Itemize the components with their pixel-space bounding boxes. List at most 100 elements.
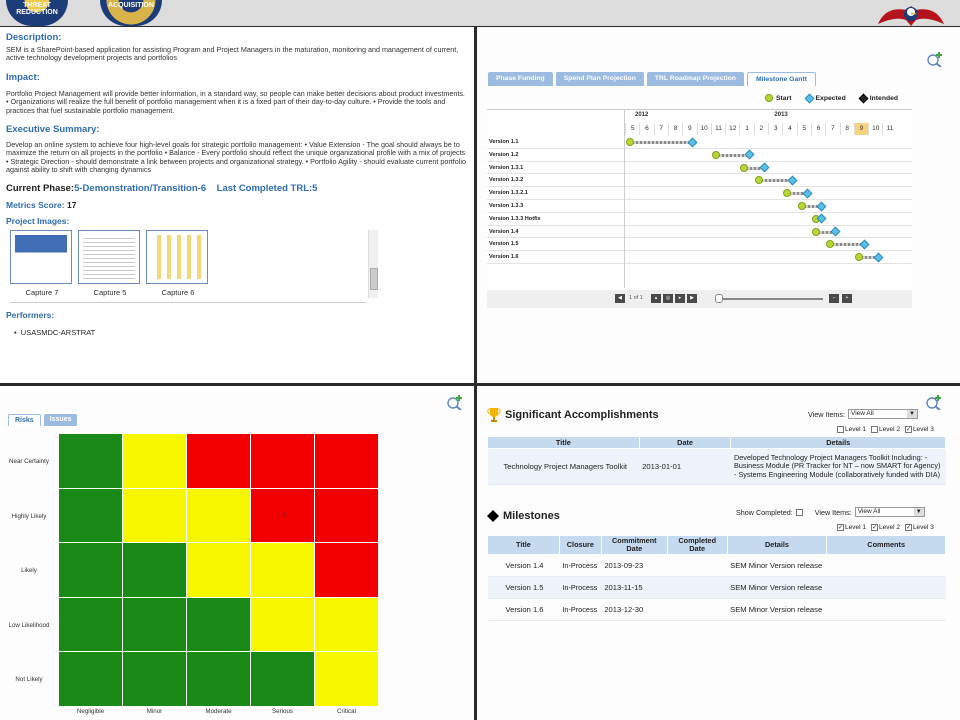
image-thumbnail[interactable]: Capture 7: [10, 229, 72, 297]
risk-cell[interactable]: [59, 652, 122, 706]
risk-cell[interactable]: [123, 543, 186, 597]
risk-cell[interactable]: [315, 488, 378, 543]
risk-cell[interactable]: [187, 652, 250, 706]
level-checkbox[interactable]: ✓: [904, 426, 912, 433]
pager-prev-button[interactable]: ▴: [651, 294, 661, 303]
risk-count[interactable]: 6: [283, 513, 286, 519]
view-items-select[interactable]: View All ▼: [854, 507, 925, 517]
level-filter[interactable]: ✓ Level 1: [837, 524, 866, 531]
gantt-row[interactable]: [487, 136, 912, 149]
milestone-title[interactable]: Version 1.6: [487, 598, 560, 621]
gallery-horizontal-scrollbar[interactable]: [10, 301, 366, 305]
level-filter[interactable]: ✓ Level 3: [904, 426, 934, 433]
tab-issues[interactable]: Issues: [43, 414, 78, 426]
risk-cell[interactable]: [187, 543, 250, 597]
risk-cell[interactable]: [187, 434, 250, 488]
gantt-row[interactable]: [487, 162, 912, 175]
image-thumbnail[interactable]: Capture 5: [78, 229, 140, 297]
risk-cell[interactable]: [251, 543, 314, 597]
tab-phase-funding[interactable]: Phase Funding: [488, 72, 553, 86]
risk-cell[interactable]: [59, 488, 122, 543]
gantt-bar[interactable]: [628, 141, 693, 144]
image-thumbnail[interactable]: Capture 6: [146, 229, 208, 297]
show-completed-checkbox[interactable]: [795, 508, 803, 516]
level-filter[interactable]: Level 2: [870, 426, 900, 433]
risk-cell[interactable]: [187, 488, 250, 543]
gantt-row[interactable]: [487, 149, 912, 162]
risk-cell[interactable]: [251, 597, 314, 652]
zoom-slider-handle[interactable]: [715, 294, 723, 303]
risk-cell[interactable]: [59, 543, 122, 597]
gantt-row[interactable]: [487, 187, 912, 200]
start-dot-icon[interactable]: [797, 202, 806, 210]
risk-cell[interactable]: [315, 434, 378, 488]
gantt-row[interactable]: [487, 213, 912, 226]
pager-last-button[interactable]: ▶: [687, 294, 697, 303]
gantt-row[interactable]: [487, 174, 912, 188]
gantt-row[interactable]: [487, 251, 912, 264]
start-dot-icon[interactable]: [740, 163, 749, 172]
phase-value[interactable]: 5-Demonstration/Transition-6: [74, 183, 206, 194]
level-checkbox[interactable]: ✓: [904, 524, 912, 531]
risk-cell[interactable]: 6: [251, 488, 314, 543]
tab-trl-roadmap-projection[interactable]: TRL Roadmap Projection: [646, 72, 744, 86]
risk-cell[interactable]: [123, 597, 186, 652]
table-row[interactable]: Version 1.4 In-Process 2013-09-23 SEM Minor…: [487, 554, 946, 577]
risk-cell[interactable]: [315, 597, 378, 652]
milestone-title[interactable]: Version 1.5: [487, 576, 560, 599]
column-header[interactable]: Commitment Date: [600, 535, 668, 555]
tab-milestone-gantt[interactable]: Milestone Gantt: [746, 72, 816, 86]
gallery-vertical-scrollbar[interactable]: [368, 229, 378, 298]
column-header[interactable]: Comments: [826, 535, 946, 555]
zoom-slider[interactable]: [715, 298, 823, 300]
accomplishment-title[interactable]: Technology Project Managers Toolkit: [487, 448, 640, 485]
level-checkbox[interactable]: [837, 426, 844, 433]
column-header[interactable]: Completed Date: [666, 535, 728, 555]
risk-cell[interactable]: [251, 434, 314, 488]
column-header[interactable]: Title: [487, 436, 640, 449]
tab-spend-plan-projection[interactable]: Spend Plan Projection: [555, 72, 644, 86]
risk-cell[interactable]: [315, 543, 378, 597]
risk-cell[interactable]: [187, 597, 250, 652]
level-filter[interactable]: Level 1: [837, 426, 866, 433]
pager-next-button[interactable]: ▸: [675, 294, 685, 303]
column-header[interactable]: Date: [638, 436, 732, 449]
milestone-title[interactable]: Version 1.4: [487, 554, 560, 577]
risk-cell[interactable]: [251, 652, 314, 706]
pager-first-button[interactable]: ◀: [615, 294, 625, 303]
start-dot-icon[interactable]: [811, 227, 820, 236]
risk-cell[interactable]: [59, 597, 122, 652]
risk-cell[interactable]: [59, 434, 122, 488]
start-dot-icon[interactable]: [854, 253, 863, 262]
column-header[interactable]: Closure: [558, 535, 602, 555]
zoom-out-button[interactable]: –: [829, 294, 839, 303]
gantt-row[interactable]: [487, 226, 912, 239]
table-row[interactable]: Version 1.6 In-Process 2013-12-30 SEM Minor…: [487, 598, 946, 621]
add-web-part-icon[interactable]: [446, 394, 464, 410]
view-items-select[interactable]: View All ▼: [848, 409, 919, 419]
add-web-part-icon[interactable]: [926, 51, 944, 67]
start-dot-icon[interactable]: [626, 138, 634, 146]
level-checkbox[interactable]: ✓: [837, 524, 844, 531]
level-checkbox[interactable]: ✓: [870, 524, 878, 531]
zoom-in-button[interactable]: +: [842, 294, 852, 303]
gantt-row[interactable]: [487, 200, 912, 213]
add-web-part-icon[interactable]: [925, 394, 943, 410]
level-filter[interactable]: ✓ Level 3: [904, 524, 934, 531]
month-label: 10: [868, 123, 882, 135]
scroll-thumb[interactable]: [370, 267, 378, 290]
level-filter[interactable]: ✓ Level 2: [870, 524, 900, 531]
table-row[interactable]: Version 1.5 In-Process 2013-11-15 SEM Minor…: [487, 576, 946, 599]
risk-cell[interactable]: [123, 434, 186, 488]
column-header[interactable]: Details: [730, 436, 946, 449]
column-header[interactable]: Title: [487, 535, 560, 555]
table-row[interactable]: Technology Project Managers Toolkit 2013-…: [487, 448, 946, 485]
pager-refresh-button[interactable]: ◎: [663, 294, 673, 303]
risk-cell[interactable]: [123, 488, 186, 543]
level-checkbox[interactable]: [870, 426, 878, 433]
column-header[interactable]: Details: [726, 535, 828, 555]
tab-risks[interactable]: Risks: [8, 414, 41, 426]
risk-cell[interactable]: [315, 652, 378, 706]
risk-cell[interactable]: [123, 652, 186, 706]
start-dot-icon[interactable]: [711, 150, 720, 159]
